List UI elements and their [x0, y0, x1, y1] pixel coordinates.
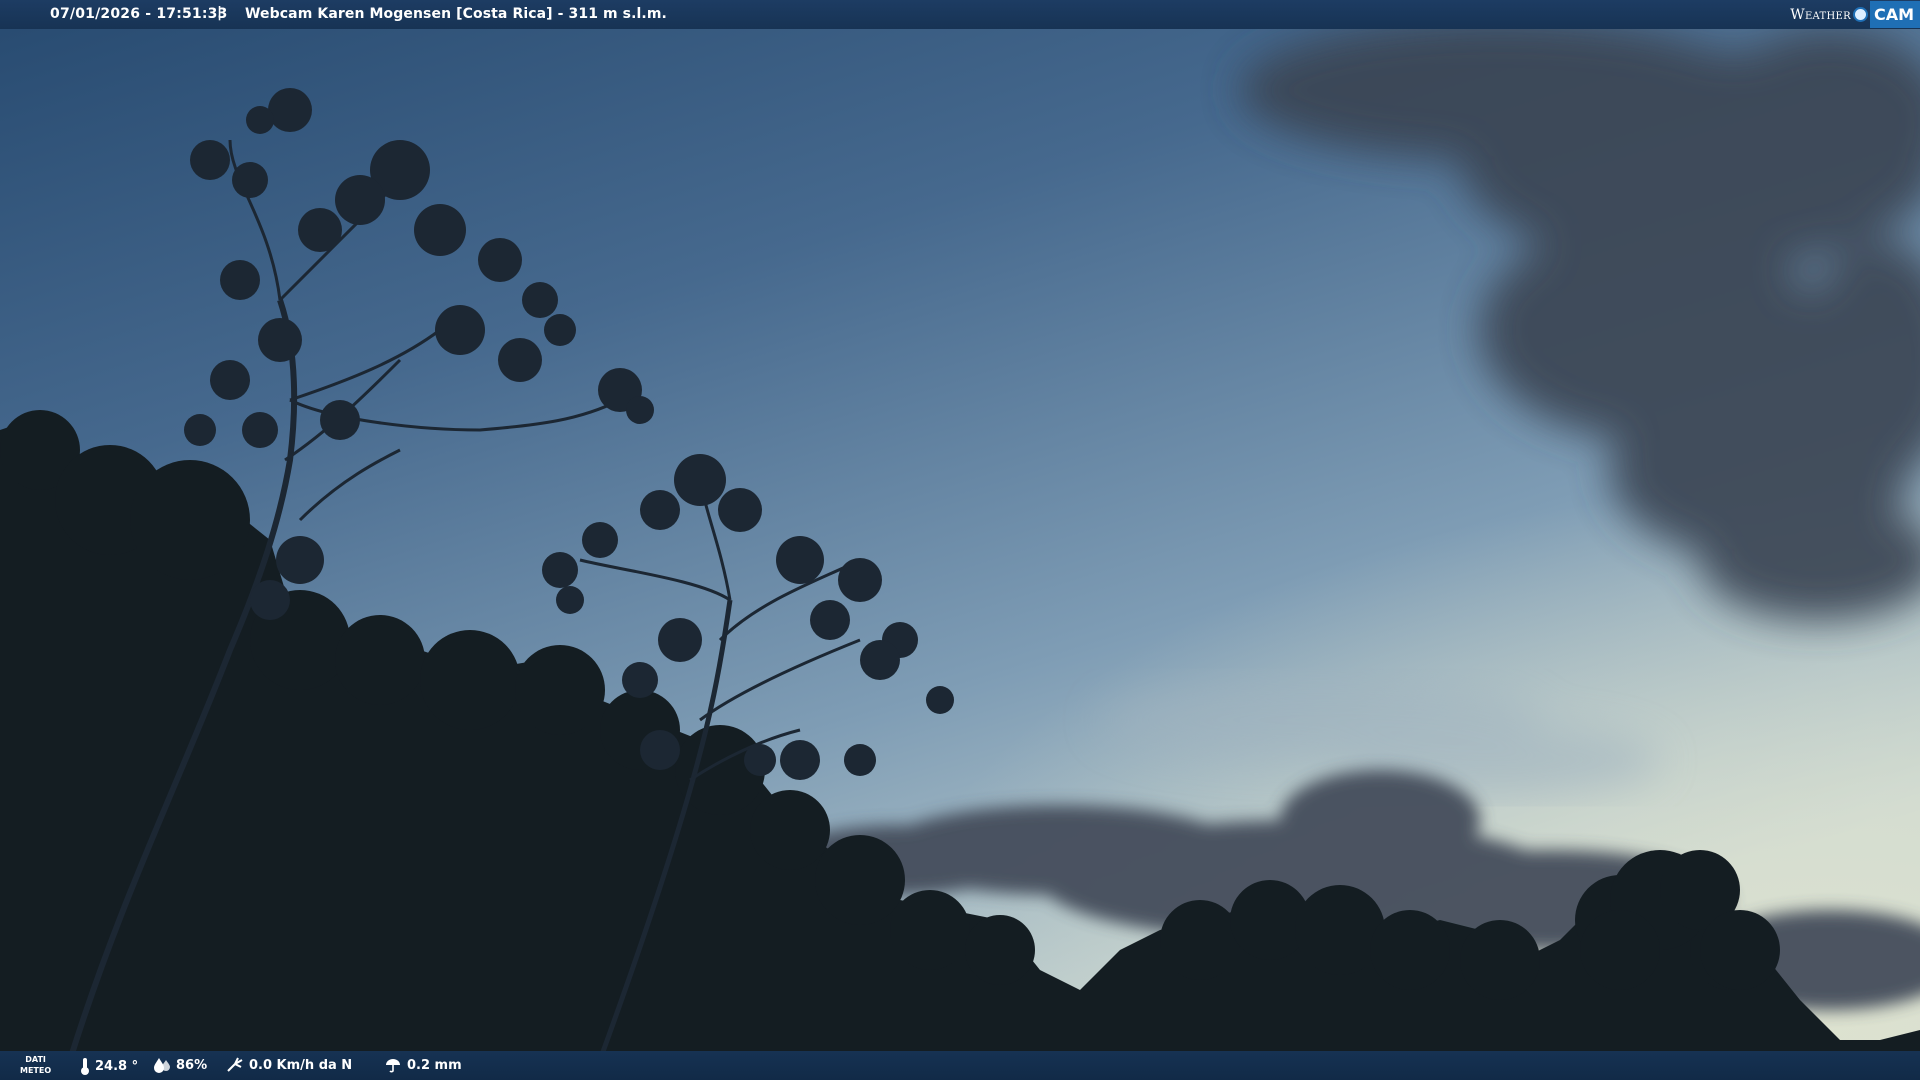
wind-stat: 0.0 Km/h da N — [226, 1057, 352, 1073]
temperature-value: 24.8 ° — [95, 1058, 139, 1074]
timestamp: 07/01/2026 - 17:51:33 — [50, 6, 228, 22]
webcam-title: Webcam Karen Mogensen [Costa Rica] - 311… — [245, 6, 667, 22]
rain-stat: 0.2 mm — [384, 1057, 462, 1073]
separator: | — [217, 5, 223, 21]
logo-word: Weather — [1790, 6, 1851, 23]
weather-bar-bottom: DATI METEO 24.8 ° 86% 0.0 Km/h da N 0.2 … — [0, 1051, 1920, 1080]
wind-icon — [227, 1057, 243, 1072]
wind-value: 0.0 Km/h da N — [249, 1057, 353, 1073]
humidity-drop-icon — [154, 1058, 170, 1073]
info-bar-top: 07/01/2026 - 17:51:33 | Webcam Karen Mog… — [0, 0, 1920, 29]
webcam-image — [0, 0, 1920, 1080]
logo-cam: CAM — [1869, 1, 1920, 28]
temperature-stat: 24.8 ° — [80, 1057, 138, 1075]
logo-dot-icon — [1852, 7, 1868, 22]
weathercam-logo: Weather CAM — [1790, 0, 1920, 29]
label-line2: METEO — [20, 1066, 52, 1075]
label-line1: DATI — [25, 1055, 46, 1064]
weather-data-label: DATI METEO — [20, 1054, 51, 1076]
humidity-stat: 86% — [153, 1057, 207, 1073]
rain-icon — [386, 1059, 400, 1073]
rain-value: 0.2 mm — [407, 1057, 462, 1073]
humidity-value: 86% — [176, 1057, 208, 1073]
thermometer-icon — [81, 1058, 89, 1075]
